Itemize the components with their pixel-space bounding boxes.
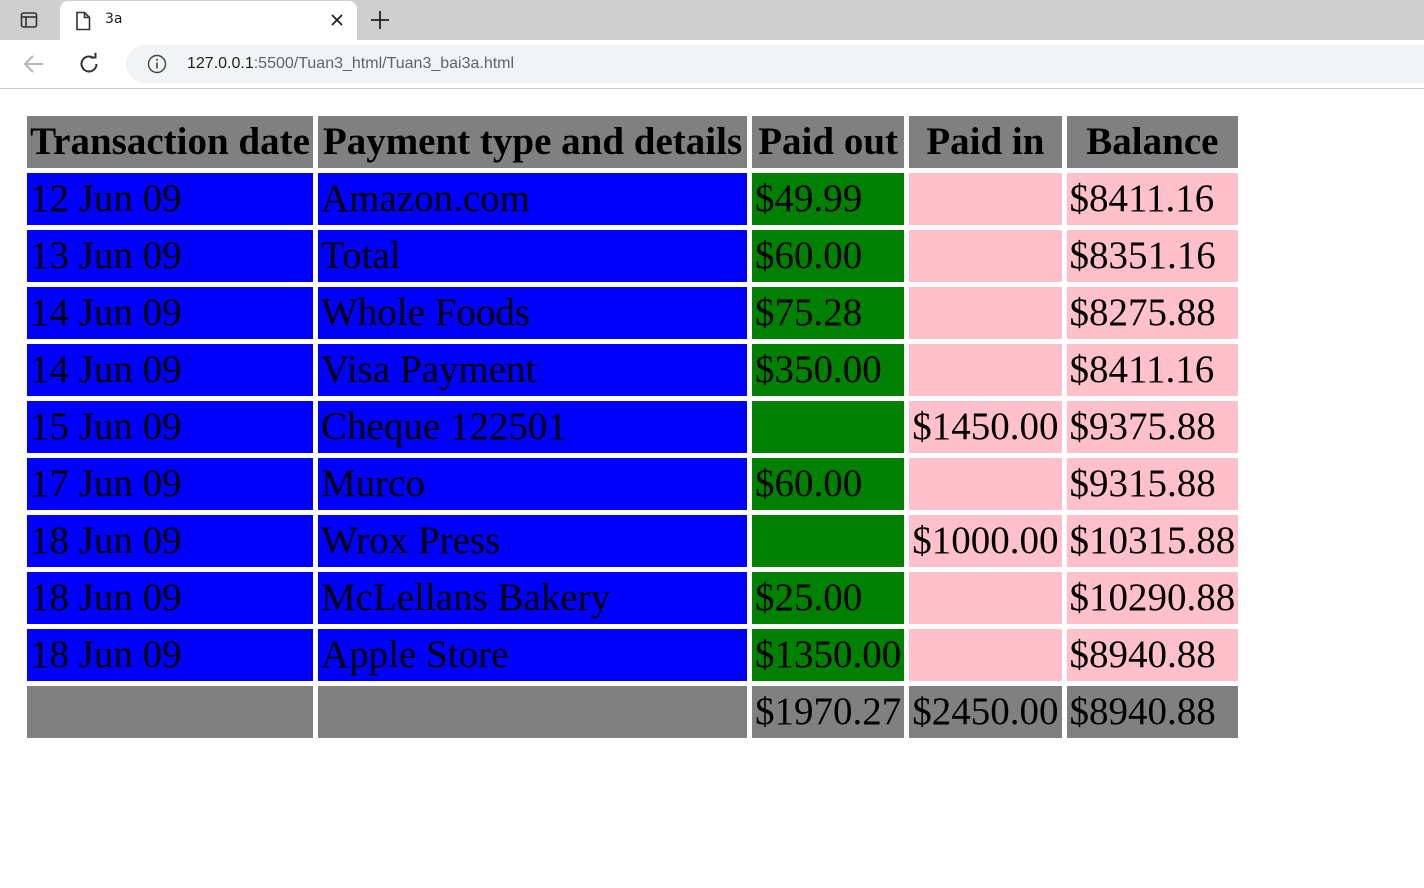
url-path: :5500/Tuan3_html/Tuan3_bai3a.html	[253, 55, 515, 72]
details-cell: Apple Store	[318, 629, 747, 681]
paid-out-cell	[752, 515, 905, 567]
active-tab[interactable]: 3a	[60, 1, 357, 40]
page-icon	[76, 11, 91, 31]
table-row: 18 Jun 09 Wrox Press $1000.00 $10315.88	[27, 515, 1239, 567]
url-text[interactable]: 127.0.0.1:5500/Tuan3_html/Tuan3_bai3a.ht…	[187, 55, 514, 73]
paid-out-cell	[752, 401, 905, 453]
header-balance: Balance	[1066, 116, 1239, 168]
date-cell: 14 Jun 09	[27, 287, 313, 339]
date-cell: 13 Jun 09	[27, 230, 313, 282]
details-cell: Visa Payment	[318, 344, 747, 396]
header-paid-in: Paid in	[909, 116, 1062, 168]
table-row: 15 Jun 09 Cheque 122501 $1450.00 $9375.8…	[27, 401, 1239, 453]
paid-out-cell: $60.00	[752, 230, 905, 282]
table-row: 13 Jun 09 Total $60.00 $8351.16	[27, 230, 1239, 282]
balance-cell: $8275.88	[1066, 287, 1239, 339]
balance-cell: $8351.16	[1066, 230, 1239, 282]
details-cell: Murco	[318, 458, 747, 510]
new-tab-icon[interactable]	[369, 9, 391, 31]
address-bar[interactable]: 127.0.0.1:5500/Tuan3_html/Tuan3_bai3a.ht…	[126, 45, 1424, 83]
close-icon[interactable]	[330, 13, 344, 27]
total-details-cell	[318, 686, 747, 738]
paid-out-cell: $60.00	[752, 458, 905, 510]
details-cell: Whole Foods	[318, 287, 747, 339]
paid-in-cell: $1000.00	[909, 515, 1062, 567]
info-icon[interactable]	[147, 54, 167, 74]
details-cell: Total	[318, 230, 747, 282]
paid-in-cell	[909, 572, 1062, 624]
totals-row: $1970.27 $2450.00 $8940.88	[27, 686, 1239, 738]
paid-in-cell	[909, 173, 1062, 225]
header-paid-out: Paid out	[752, 116, 905, 168]
balance-cell: $8411.16	[1066, 344, 1239, 396]
paid-in-cell	[909, 230, 1062, 282]
tab-actions-icon	[20, 12, 38, 28]
paid-in-cell	[909, 344, 1062, 396]
date-cell: 18 Jun 09	[27, 515, 313, 567]
date-cell: 12 Jun 09	[27, 173, 313, 225]
details-cell: Amazon.com	[318, 173, 747, 225]
table-row: 18 Jun 09 Apple Store $1350.00 $8940.88	[27, 629, 1239, 681]
total-date-cell	[27, 686, 313, 738]
tab-actions-button[interactable]	[0, 0, 58, 40]
details-cell: McLellans Bakery	[318, 572, 747, 624]
paid-out-cell: $25.00	[752, 572, 905, 624]
paid-out-cell: $49.99	[752, 173, 905, 225]
tab-strip: 3a	[0, 0, 1424, 40]
table-row: 18 Jun 09 McLellans Bakery $25.00 $10290…	[27, 572, 1239, 624]
date-cell: 18 Jun 09	[27, 572, 313, 624]
paid-in-cell	[909, 458, 1062, 510]
total-paid-in-cell: $2450.00	[909, 686, 1062, 738]
total-balance-cell: $8940.88	[1066, 686, 1239, 738]
balance-cell: $10290.88	[1066, 572, 1239, 624]
date-cell: 17 Jun 09	[27, 458, 313, 510]
paid-out-cell: $350.00	[752, 344, 905, 396]
balance-cell: $8940.88	[1066, 629, 1239, 681]
details-cell: Wrox Press	[318, 515, 747, 567]
browser-toolbar: 127.0.0.1:5500/Tuan3_html/Tuan3_bai3a.ht…	[0, 40, 1424, 89]
table-row: 14 Jun 09 Visa Payment $350.00 $8411.16	[27, 344, 1239, 396]
url-host: 127.0.0.1	[187, 55, 254, 72]
header-row: Transaction date Payment type and detail…	[27, 116, 1239, 168]
total-paid-out-cell: $1970.27	[752, 686, 905, 738]
transactions-table: Transaction date Payment type and detail…	[22, 111, 1243, 743]
paid-in-cell	[909, 287, 1062, 339]
balance-cell: $10315.88	[1066, 515, 1239, 567]
reload-icon[interactable]	[77, 52, 101, 76]
back-icon[interactable]	[22, 53, 46, 75]
balance-cell: $9375.88	[1066, 401, 1239, 453]
header-transaction-date: Transaction date	[27, 116, 313, 168]
details-cell: Cheque 122501	[318, 401, 747, 453]
paid-out-cell: $75.28	[752, 287, 905, 339]
balance-cell: $8411.16	[1066, 173, 1239, 225]
date-cell: 14 Jun 09	[27, 344, 313, 396]
date-cell: 15 Jun 09	[27, 401, 313, 453]
table-row: 12 Jun 09 Amazon.com $49.99 $8411.16	[27, 173, 1239, 225]
paid-in-cell: $1450.00	[909, 401, 1062, 453]
paid-in-cell	[909, 629, 1062, 681]
paid-out-cell: $1350.00	[752, 629, 905, 681]
table-row: 14 Jun 09 Whole Foods $75.28 $8275.88	[27, 287, 1239, 339]
header-payment-details: Payment type and details	[318, 116, 747, 168]
balance-cell: $9315.88	[1066, 458, 1239, 510]
table-row: 17 Jun 09 Murco $60.00 $9315.88	[27, 458, 1239, 510]
tab-title: 3a	[105, 11, 123, 27]
date-cell: 18 Jun 09	[27, 629, 313, 681]
